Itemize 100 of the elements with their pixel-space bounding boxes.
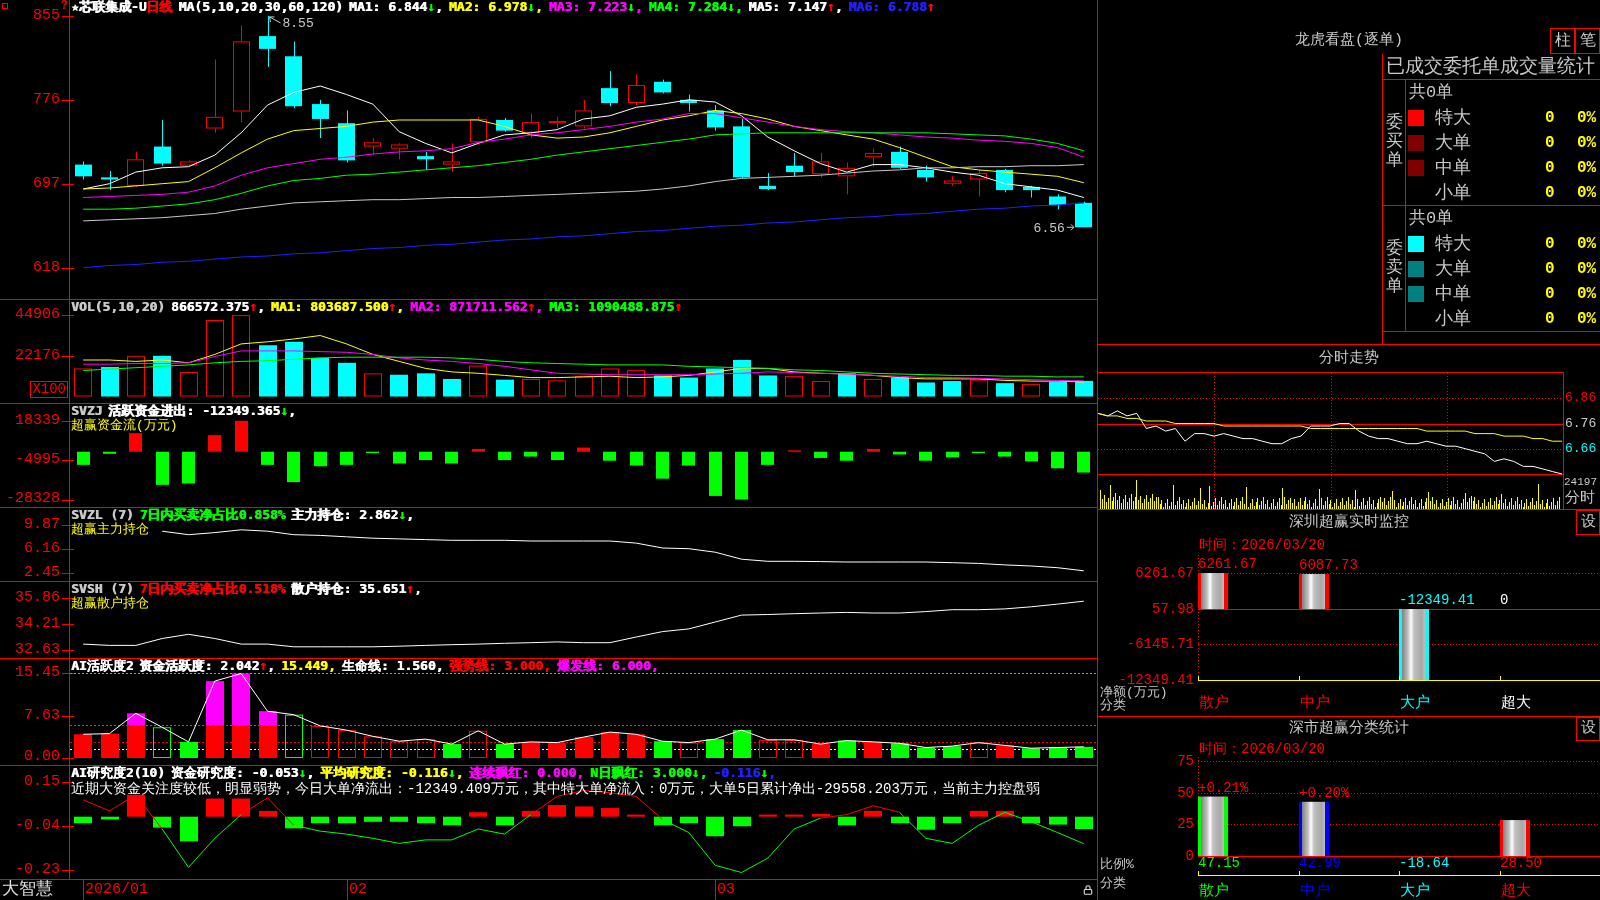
candlestick xyxy=(1023,185,1040,199)
fund-flow-bar xyxy=(340,451,353,465)
activity-bar xyxy=(390,741,408,758)
fund-flow-bar xyxy=(129,433,142,452)
candlestick xyxy=(944,175,961,187)
settings-button[interactable]: 设 xyxy=(1576,717,1600,741)
fund-flow-bar xyxy=(840,451,853,461)
activity-bar xyxy=(338,730,356,758)
y-axis-label: 18339 xyxy=(15,412,60,429)
timestamp-text: 时间：2026/03/20 xyxy=(1199,741,1325,757)
research-bar xyxy=(390,816,408,822)
lock-icon[interactable] xyxy=(1083,885,1093,895)
research-bar xyxy=(1022,816,1040,824)
research-bar xyxy=(417,816,435,824)
research-bar xyxy=(812,813,830,817)
candlestick xyxy=(180,159,197,168)
activity-bar xyxy=(575,737,593,758)
y-axis-label: 855 xyxy=(33,7,60,24)
research-bar xyxy=(259,810,277,817)
volume-bar xyxy=(522,378,540,397)
activity-bar xyxy=(311,725,329,758)
volume-bar xyxy=(496,379,514,397)
settings-button[interactable]: 设 xyxy=(1576,510,1600,535)
legend-text: 主力持仓: 2.862↓, xyxy=(291,508,414,523)
research-bar xyxy=(180,816,198,842)
volume-bar xyxy=(601,368,619,397)
net-amount-bar xyxy=(1198,573,1228,609)
activity-bar xyxy=(838,740,856,758)
y-axis-label: 22176 xyxy=(15,348,60,365)
candlestick xyxy=(1075,201,1092,228)
date-axis-label: 2026/01 xyxy=(85,880,148,900)
research-bar xyxy=(970,810,988,817)
research-bar xyxy=(522,810,540,817)
order-size-label: 大单 xyxy=(1435,132,1471,153)
activity-bar xyxy=(285,714,303,758)
order-count: 0 xyxy=(1545,258,1555,279)
volume-bar xyxy=(627,369,645,397)
y-axis-label: 25 xyxy=(1177,816,1194,833)
volume-max-label: 24197 xyxy=(1564,476,1597,488)
legend-text: 平均研究度: -0.116↓, xyxy=(320,766,464,781)
activity-bar xyxy=(680,742,698,758)
view-toggle-button[interactable]: 柱 xyxy=(1550,28,1575,54)
view-toggle-button[interactable]: 笔 xyxy=(1575,28,1600,54)
fund-flow-bar xyxy=(524,451,537,457)
fund-flow-bar xyxy=(761,451,774,465)
candlestick xyxy=(391,142,408,160)
axis-label: 分时 xyxy=(1565,491,1595,507)
legend-text: 7日内买卖净占比0.858% xyxy=(139,508,286,522)
volume-bar xyxy=(706,368,724,397)
activity-bar xyxy=(1049,747,1067,758)
timestamp-text: 时间：2026/03/20 xyxy=(1199,537,1325,553)
candlestick xyxy=(601,70,618,107)
candlestick xyxy=(259,15,276,68)
research-bar xyxy=(496,816,514,826)
legend-text: 866572.375↑, xyxy=(170,300,265,315)
volume-bar xyxy=(680,377,698,397)
price-axis-label: 6.76 xyxy=(1565,416,1597,431)
chart-title: VOL(5,10,20) xyxy=(71,300,165,315)
square-icon[interactable] xyxy=(2,3,8,9)
legend-text: 活跃资金进出: -12349.365↓, xyxy=(108,404,296,418)
research-bar xyxy=(601,808,619,817)
fund-flow-bar xyxy=(1025,451,1038,462)
order-count: 0 xyxy=(1545,132,1555,153)
research-bar xyxy=(680,816,698,824)
category-label: 超大 xyxy=(1501,884,1531,900)
fund-flow-bar xyxy=(656,451,669,479)
research-bar xyxy=(127,794,145,817)
order-total: 共0单 xyxy=(1409,82,1454,103)
fund-flow-bar xyxy=(893,451,906,455)
legend-text: 15.449, xyxy=(280,659,336,674)
chart-title: AI研究度2(10) xyxy=(71,766,165,781)
order-size-label: 中单 xyxy=(1435,157,1471,178)
volume-bar xyxy=(259,345,277,397)
activity-bar xyxy=(864,741,882,758)
net-amount-bar xyxy=(1299,574,1329,609)
app-name: 大智慧 xyxy=(2,880,53,900)
table-title: 已成交委托单成交量统计 xyxy=(1386,54,1595,79)
research-bar xyxy=(654,816,672,826)
category-label: 超大 xyxy=(1501,696,1531,712)
order-size-label: 特大 xyxy=(1435,233,1471,254)
activity-bar xyxy=(417,739,435,758)
volume-bar xyxy=(1022,383,1040,397)
order-count: 0 xyxy=(1545,107,1555,128)
fund-flow-bar xyxy=(709,451,722,496)
order-share: 0% xyxy=(1577,258,1597,279)
research-bar xyxy=(943,816,961,824)
category-label: 大户 xyxy=(1400,696,1430,712)
activity-bar xyxy=(601,732,619,758)
share-bar xyxy=(1198,796,1228,856)
fund-flow-bar xyxy=(103,451,116,454)
activity-bar xyxy=(469,730,487,758)
fund-flow-bar xyxy=(314,451,327,467)
y-axis-label: 2.45 xyxy=(24,565,60,581)
research-bar xyxy=(443,816,461,826)
panel-title: 深圳超赢实时监控 xyxy=(1289,513,1409,532)
value-label: 0 xyxy=(1500,593,1509,608)
panel-title: 深市超赢分类统计 xyxy=(1289,720,1409,738)
help-mark[interactable]: ? xyxy=(60,0,68,12)
legend-text: MA(5,10,20,30,60,120) xyxy=(178,0,343,15)
research-bar xyxy=(101,816,119,820)
